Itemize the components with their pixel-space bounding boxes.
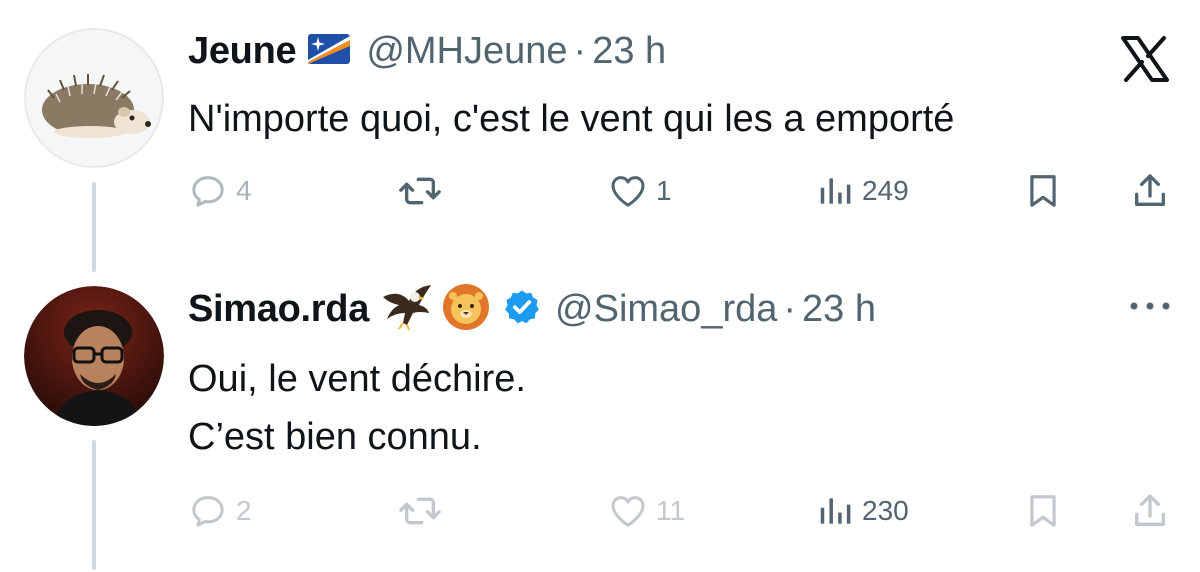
avatar-jeune[interactable] xyxy=(24,28,164,168)
thread-line-1 xyxy=(92,182,96,272)
heart-icon xyxy=(611,496,645,527)
reply-icon xyxy=(192,176,224,207)
username[interactable]: @MHJeune xyxy=(366,30,567,73)
views-button[interactable]: 230 xyxy=(816,486,909,536)
views-button[interactable]: 249 xyxy=(816,166,909,216)
tweet-line: C’est bien connu. xyxy=(188,416,482,458)
separator-dot: · xyxy=(783,287,797,330)
like-button[interactable]: 11 xyxy=(608,486,685,536)
reply-icon xyxy=(192,496,224,527)
like-count: 1 xyxy=(656,175,672,206)
lion-icon xyxy=(441,282,491,337)
tweet-actions-1: 4 1 249 xyxy=(188,166,1178,216)
share-icon xyxy=(1135,174,1165,206)
reply-count: 2 xyxy=(236,495,252,526)
like-count: 11 xyxy=(656,495,686,526)
views-chart-icon xyxy=(820,498,851,524)
tweet-header-2: Simao.rda @Simao_rda · 23 h xyxy=(188,282,876,337)
more-options-icon[interactable] xyxy=(1128,296,1172,321)
thread-line-2 xyxy=(92,440,96,570)
retweet-button[interactable] xyxy=(398,486,450,536)
separator-dot: · xyxy=(573,29,587,72)
username[interactable]: @Simao_rda xyxy=(555,288,777,331)
avatar-simao[interactable] xyxy=(24,286,164,426)
share-button[interactable] xyxy=(1130,486,1170,536)
tweet-text-2: Oui, le vent déchire. C’est bien connu. xyxy=(188,350,526,466)
heart-icon xyxy=(611,176,645,207)
tweet-line: N'importe quoi, c'est le vent qui les a … xyxy=(188,98,955,140)
reply-button[interactable]: 4 xyxy=(188,166,252,216)
reply-button[interactable]: 2 xyxy=(188,486,252,536)
timestamp[interactable]: 23 h xyxy=(592,30,666,73)
display-name[interactable]: Simao.rda xyxy=(188,288,369,331)
retweet-icon xyxy=(399,497,441,525)
views-chart-icon xyxy=(820,178,851,204)
eagle-icon xyxy=(381,283,433,336)
like-button[interactable]: 1 xyxy=(608,166,672,216)
views-count: 249 xyxy=(862,175,909,206)
views-count: 230 xyxy=(862,495,909,526)
bookmark-icon xyxy=(1030,495,1056,527)
bookmark-button[interactable] xyxy=(1024,486,1062,536)
bookmark-button[interactable] xyxy=(1024,166,1062,216)
tweet-line: Oui, le vent déchire. xyxy=(188,358,526,400)
reply-count: 4 xyxy=(236,175,252,206)
marshall-islands-flag-icon xyxy=(308,33,351,69)
retweet-icon xyxy=(399,177,441,205)
tweet-header-1: Jeune @MHJeune · 23 h xyxy=(188,26,666,76)
share-icon xyxy=(1135,494,1165,526)
tweet-text-1: N'importe quoi, c'est le vent qui les a … xyxy=(188,90,954,148)
retweet-button[interactable] xyxy=(398,166,450,216)
display-name[interactable]: Jeune xyxy=(188,30,297,73)
bookmark-icon xyxy=(1030,175,1056,207)
share-button[interactable] xyxy=(1130,166,1170,216)
timestamp[interactable]: 23 h xyxy=(802,288,876,331)
verified-badge-icon[interactable] xyxy=(503,288,541,331)
tweet-actions-2: 2 11 230 xyxy=(188,486,1178,536)
x-logo-icon xyxy=(1120,36,1170,87)
